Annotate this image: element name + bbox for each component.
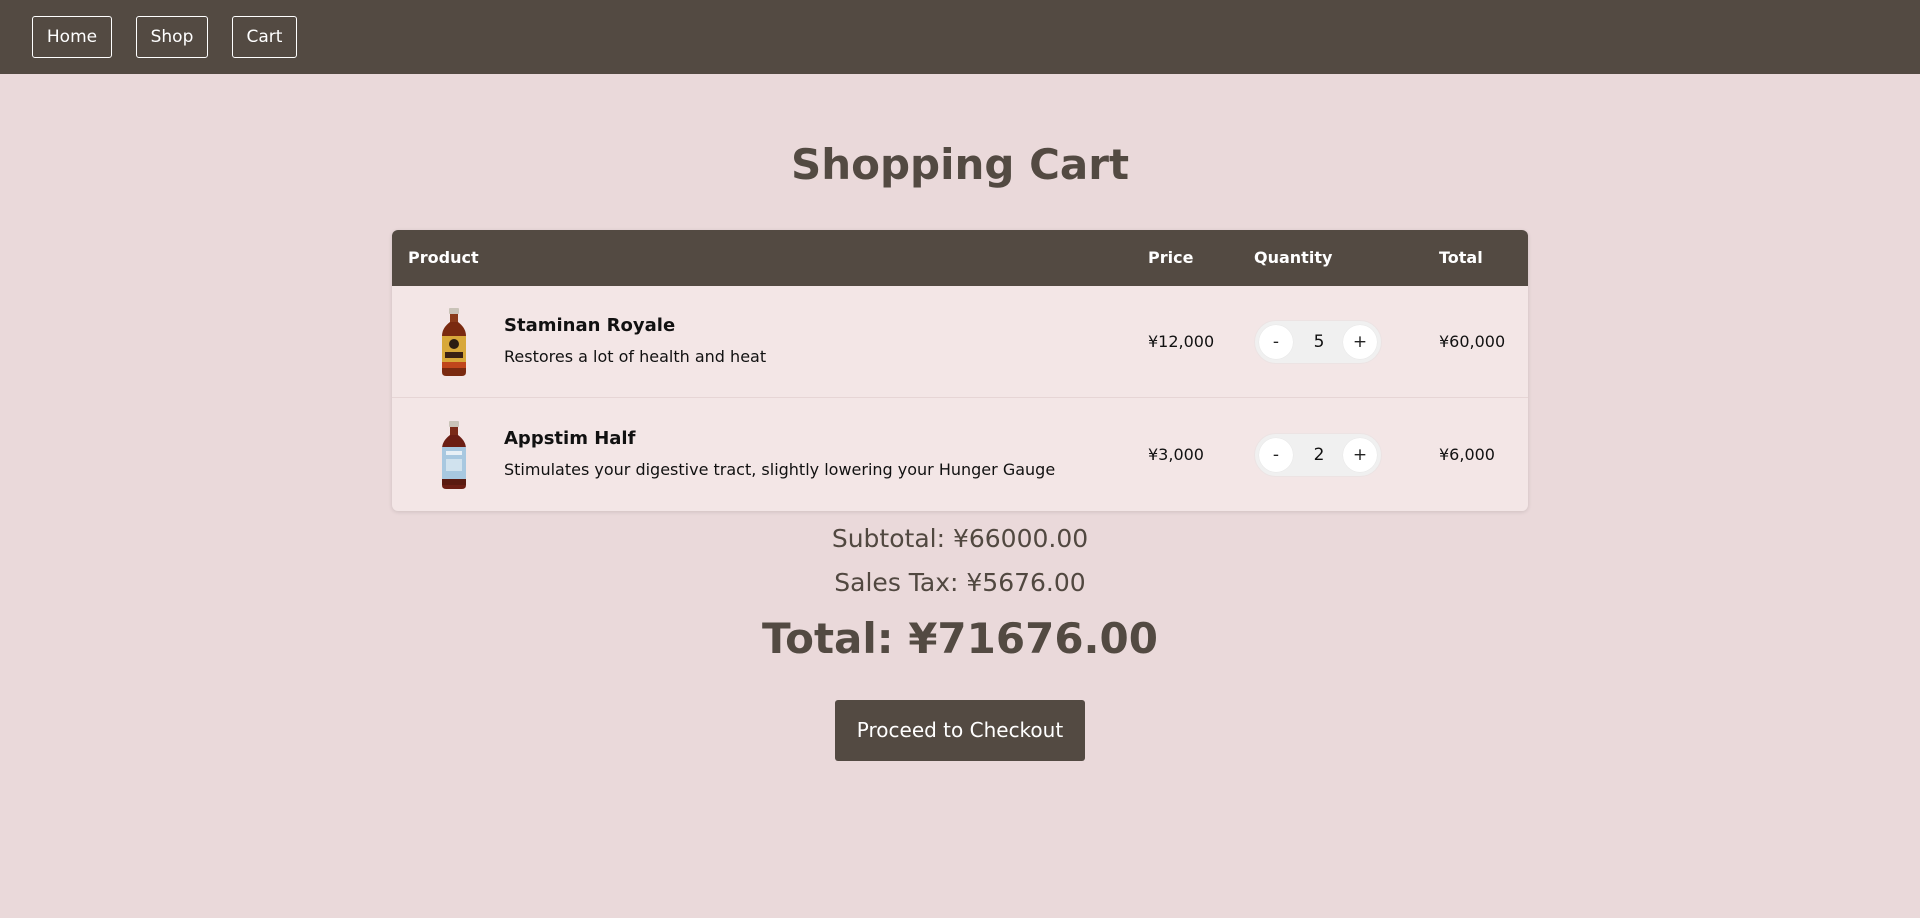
line-total: ¥6,000 [1439, 445, 1495, 464]
nav-cart-button[interactable]: Cart [232, 16, 297, 58]
product-price: ¥3,000 [1148, 445, 1204, 464]
cart-table-header: Product Price Quantity Total [392, 230, 1528, 286]
subtotal-text: Subtotal: ¥66000.00 [831, 524, 1089, 553]
cart-row: Appstim Half Stimulates your digestive t… [392, 399, 1528, 511]
grand-total-text: Total: ¥71676.00 [762, 614, 1158, 663]
product-name[interactable]: Appstim Half [504, 428, 635, 449]
header-total: Total [1439, 248, 1483, 267]
header-product: Product [408, 248, 479, 267]
product-description: Stimulates your digestive tract, slightl… [504, 460, 1056, 479]
product-description: Restores a lot of health and heat [504, 347, 767, 366]
proceed-to-checkout-button[interactable]: Proceed to Checkout [835, 700, 1085, 761]
product-name[interactable]: Staminan Royale [504, 315, 675, 336]
quantity-value: 5 [1313, 332, 1325, 352]
cart-table: Product Price Quantity Total Staminan Ro… [392, 230, 1528, 511]
quantity-stepper: - 5 + [1254, 320, 1382, 364]
nav-home-button[interactable]: Home [32, 16, 112, 58]
nav-shop-button[interactable]: Shop [136, 16, 208, 58]
bottle-icon [442, 421, 466, 489]
quantity-value: 2 [1313, 445, 1325, 465]
header-quantity: Quantity [1254, 248, 1333, 267]
decrement-button[interactable]: - [1259, 438, 1293, 472]
page-title: Shopping Cart [790, 140, 1130, 189]
sales-tax-text: Sales Tax: ¥5676.00 [834, 568, 1086, 597]
top-nav-bar: Home Shop Cart [0, 0, 1920, 74]
increment-button[interactable]: + [1343, 325, 1377, 359]
header-price: Price [1148, 248, 1194, 267]
quantity-stepper: - 2 + [1254, 433, 1382, 477]
line-total: ¥60,000 [1439, 332, 1506, 351]
bottle-icon [442, 308, 466, 376]
decrement-button[interactable]: - [1259, 325, 1293, 359]
increment-button[interactable]: + [1343, 438, 1377, 472]
product-price: ¥12,000 [1148, 332, 1215, 351]
cart-row: Staminan Royale Restores a lot of health… [392, 286, 1528, 398]
